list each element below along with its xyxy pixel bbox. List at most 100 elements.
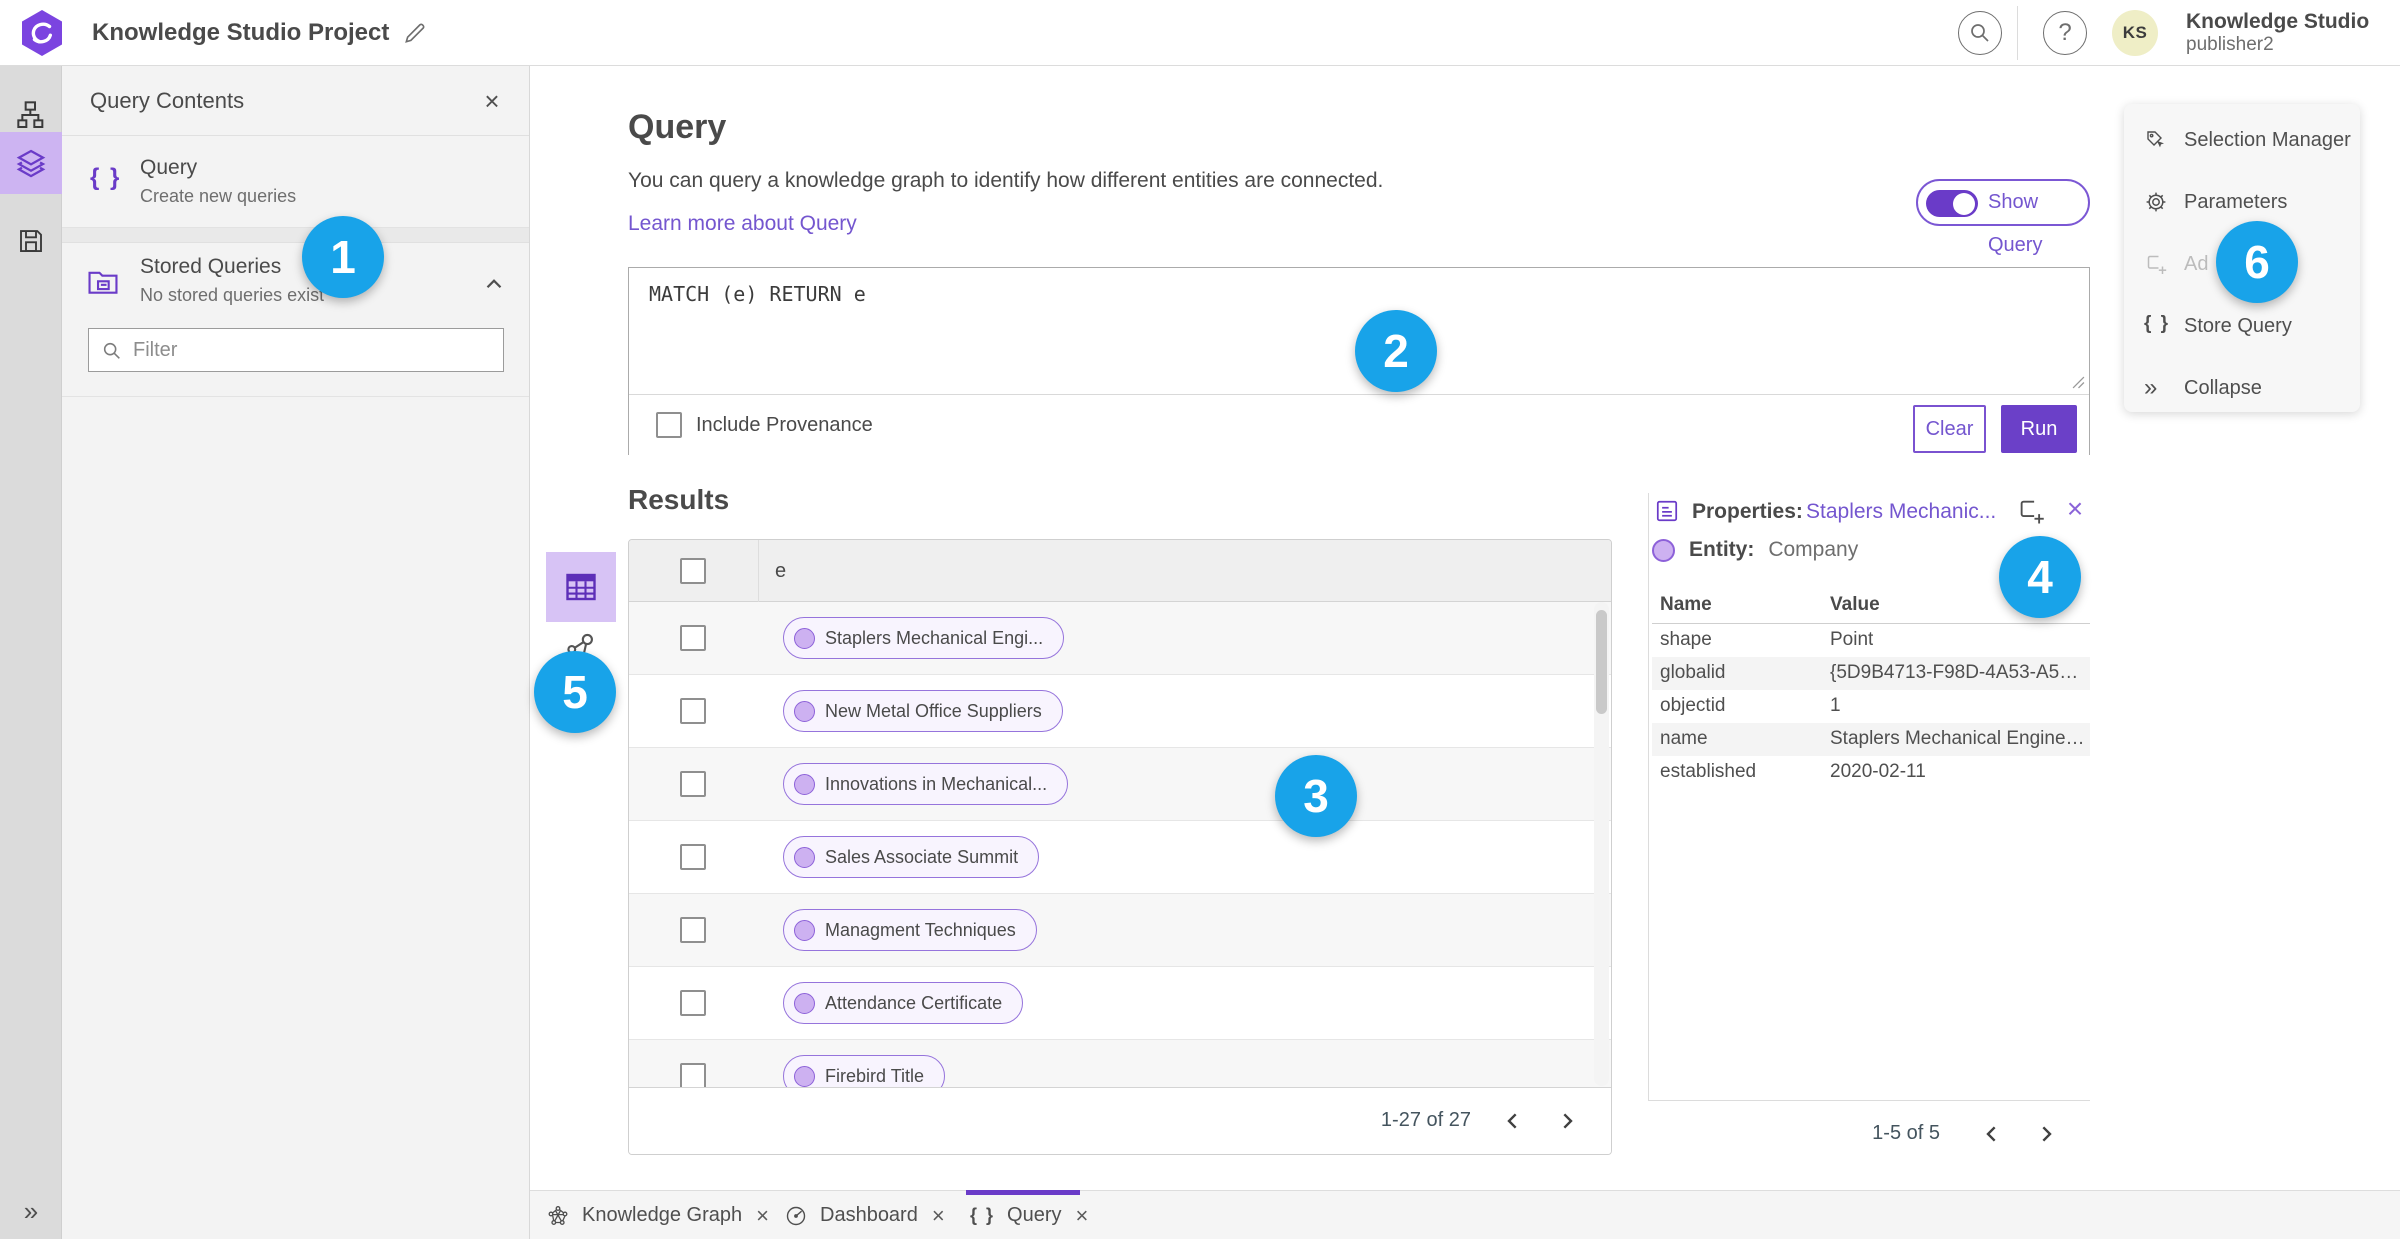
select-all-checkbox[interactable] xyxy=(680,558,706,584)
include-provenance-label: Include Provenance xyxy=(696,414,873,436)
property-name: name xyxy=(1660,728,1708,749)
menu-item-collapse[interactable]: » Collapse xyxy=(2124,368,2360,408)
chevron-right-icon xyxy=(2042,1126,2052,1142)
collapse-icon: » xyxy=(2144,374,2158,401)
close-tab-icon[interactable]: × xyxy=(754,1203,771,1229)
entity-chip[interactable]: Sales Associate Summit xyxy=(783,836,1040,878)
row-checkbox[interactable] xyxy=(680,1063,706,1088)
braces-icon: { } xyxy=(2144,313,2171,334)
table-row[interactable]: Firebird Title xyxy=(629,1040,1611,1088)
save-button[interactable] xyxy=(0,210,62,272)
clear-button[interactable]: Clear xyxy=(1913,405,1986,453)
results-table-footer: 1-27 of 27 xyxy=(629,1087,1611,1154)
include-provenance-checkbox[interactable] xyxy=(656,412,682,438)
results-scrollbar[interactable] xyxy=(1594,602,1609,1086)
left-icon-rail: » xyxy=(0,66,62,1239)
project-title: Knowledge Studio Project xyxy=(92,19,390,46)
properties-icon xyxy=(1654,498,1680,524)
properties-close-icon[interactable]: × xyxy=(2058,492,2092,526)
chevron-up-icon[interactable] xyxy=(481,271,507,297)
row-checkbox[interactable] xyxy=(680,844,706,870)
entity-dot-icon xyxy=(794,700,815,722)
filter-input[interactable] xyxy=(133,329,493,371)
entity-chip[interactable]: Innovations in Mechanical... xyxy=(783,763,1069,805)
tab-dashboard[interactable]: Dashboard × xyxy=(784,1191,947,1239)
table-view-button[interactable] xyxy=(546,552,616,622)
sidebar-item-query[interactable]: { } Query Create new queries xyxy=(62,136,529,228)
row-checkbox[interactable] xyxy=(680,625,706,651)
search-button[interactable] xyxy=(1958,11,2002,55)
layers-button-selected[interactable] xyxy=(0,132,62,194)
table-row[interactable]: Innovations in Mechanical... xyxy=(629,748,1611,821)
search-icon xyxy=(1971,24,1989,42)
close-tab-icon[interactable]: × xyxy=(930,1203,947,1229)
table-row[interactable]: Managment Techniques xyxy=(629,894,1611,967)
run-button[interactable]: Run xyxy=(2001,405,2077,453)
stored-queries-title: Stored Queries xyxy=(140,255,282,278)
table-row[interactable]: Attendance Certificate xyxy=(629,967,1611,1040)
tab-knowledge-graph[interactable]: Knowledge Graph × xyxy=(546,1191,771,1239)
query-contents-panel: Query Contents × { } Query Create new qu… xyxy=(62,66,530,1239)
property-row: name Staplers Mechanical Engineering xyxy=(1652,723,2090,756)
results-prev-page-button[interactable] xyxy=(1497,1105,1529,1137)
layers-icon xyxy=(16,149,46,178)
sidebar-item-stored-queries[interactable]: Stored Queries No stored queries exist xyxy=(62,243,529,329)
annotation-badge-4: 4 xyxy=(1999,536,2081,618)
save-icon xyxy=(20,230,42,252)
sidebar-title: Query Contents xyxy=(90,88,245,113)
property-name: globalid xyxy=(1660,662,1726,683)
entity-chip[interactable]: New Metal Office Suppliers xyxy=(783,690,1063,732)
query-item-subtitle: Create new queries xyxy=(140,186,297,206)
table-row[interactable]: Sales Associate Summit xyxy=(629,821,1611,894)
results-table: e Staplers Mechanical Engi... New Metal … xyxy=(628,539,1612,1155)
sidebar-close-icon[interactable]: × xyxy=(475,84,509,118)
menu-item-label: Store Query xyxy=(2184,315,2292,337)
properties-prev-page-button[interactable] xyxy=(1976,1118,2008,1150)
toggle-switch-icon[interactable] xyxy=(1926,190,1978,217)
braces-icon: { } xyxy=(90,164,122,191)
entity-chip[interactable]: Firebird Title xyxy=(783,1055,946,1088)
table-row[interactable]: New Metal Office Suppliers xyxy=(629,675,1611,748)
help-icon: ? xyxy=(2058,19,2072,46)
learn-more-link[interactable]: Learn more about Query xyxy=(628,212,857,236)
row-checkbox[interactable] xyxy=(680,698,706,724)
table-row[interactable]: Staplers Mechanical Engi... xyxy=(629,602,1611,675)
properties-col-name: Name xyxy=(1660,594,1712,615)
menu-item-store-query[interactable]: { } Store Query xyxy=(2124,306,2360,346)
entity-chip[interactable]: Staplers Mechanical Engi... xyxy=(783,617,1065,659)
menu-item-parameters[interactable]: Parameters xyxy=(2124,182,2360,222)
user-role: publisher2 xyxy=(2186,34,2274,56)
row-checkbox[interactable] xyxy=(680,917,706,943)
property-value: {5D9B4713-F98D-4A53-A59F-C11... xyxy=(1830,662,2088,683)
properties-entity-link[interactable]: Staplers Mechanic... xyxy=(1806,500,1996,524)
edit-title-icon[interactable] xyxy=(402,20,428,46)
entity-chip[interactable]: Attendance Certificate xyxy=(783,982,1024,1024)
help-button[interactable]: ? xyxy=(2043,11,2087,55)
entity-chip[interactable]: Managment Techniques xyxy=(783,909,1037,951)
entity-dot-icon xyxy=(794,919,815,941)
user-avatar[interactable]: KS xyxy=(2112,10,2158,56)
entity-chip-label: Attendance Certificate xyxy=(825,992,1003,1013)
resize-handle-icon[interactable] xyxy=(2072,376,2085,389)
properties-next-page-button[interactable] xyxy=(2030,1118,2062,1150)
scrollbar-thumb[interactable] xyxy=(1596,610,1607,714)
user-info[interactable]: Knowledge Studio publisher2 xyxy=(2186,10,2369,56)
tab-query-active[interactable]: { } Query × xyxy=(970,1191,1090,1239)
property-row: established 2020-02-11 xyxy=(1652,756,2090,789)
entity-chip-label: Firebird Title xyxy=(825,1065,925,1086)
properties-pagination: 1-5 of 5 xyxy=(1872,1122,1940,1144)
add-to-selection-icon[interactable] xyxy=(2016,496,2046,526)
results-next-page-button[interactable] xyxy=(1551,1105,1583,1137)
show-query-toggle[interactable]: Show Query xyxy=(1916,179,2090,256)
expand-rail-button[interactable]: » xyxy=(0,1191,62,1231)
close-tab-icon[interactable]: × xyxy=(1073,1203,1090,1229)
row-checkbox[interactable] xyxy=(680,990,706,1016)
menu-item-selection-manager[interactable]: Selection Manager xyxy=(2124,120,2360,160)
property-row: globalid {5D9B4713-F98D-4A53-A59F-C11... xyxy=(1652,657,2090,690)
annotation-badge-6: 6 xyxy=(2216,221,2298,303)
query-code-input[interactable]: MATCH (e) RETURN e xyxy=(649,282,866,306)
entity-type-value: Company xyxy=(1768,538,1859,561)
tab-label: Dashboard xyxy=(820,1204,918,1226)
row-checkbox[interactable] xyxy=(680,771,706,797)
table-icon xyxy=(566,573,596,601)
